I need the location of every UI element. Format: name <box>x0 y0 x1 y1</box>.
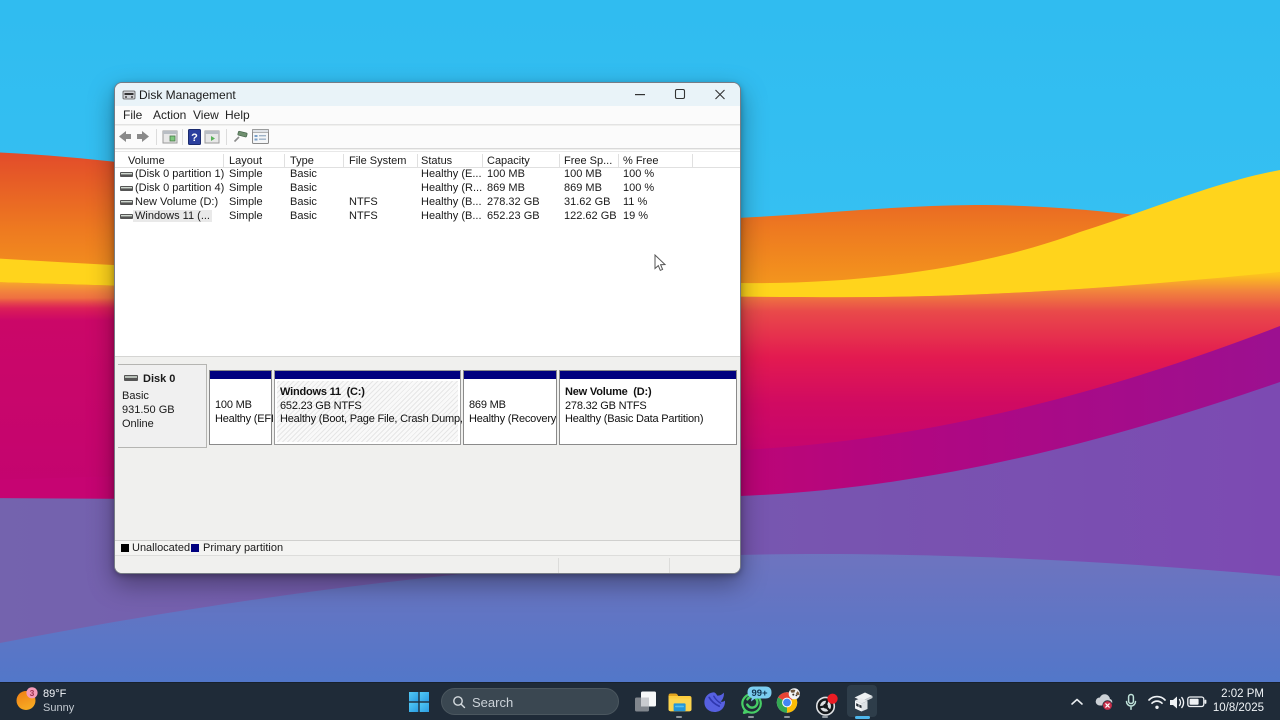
svg-text:99+: 99+ <box>751 688 768 699</box>
svg-text:?: ? <box>191 132 198 144</box>
svg-text:3: 3 <box>30 688 35 698</box>
